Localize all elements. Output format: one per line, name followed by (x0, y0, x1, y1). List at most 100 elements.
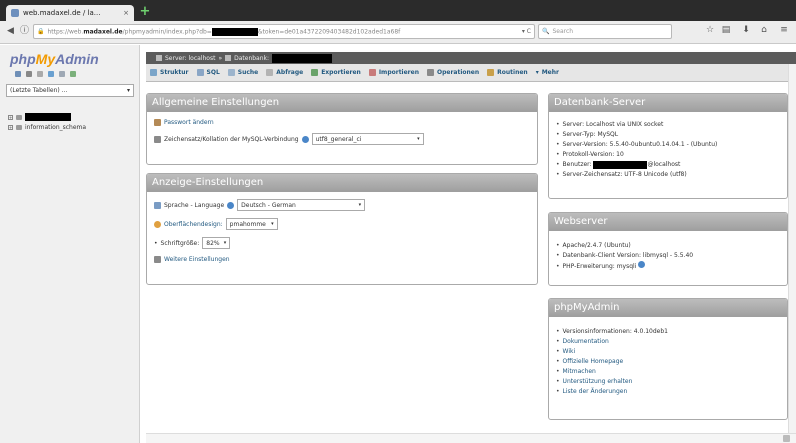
more-settings-row: Weitere Einstellungen (154, 256, 530, 263)
console-icon[interactable] (783, 435, 790, 442)
language-row: Sprache - Language Deutsch - German ▾ (154, 199, 530, 211)
general-settings-panel: Allgemeine Einstellungen Passwort ändern… (146, 93, 538, 165)
search-icon: 🔍 (542, 28, 550, 35)
server-icon (156, 55, 162, 61)
tab-struktur[interactable]: Struktur (150, 69, 189, 76)
expand-icon[interactable]: + (8, 114, 13, 120)
query-icon (266, 69, 274, 76)
browser-tab[interactable]: web.madaxel.de / la... × (6, 5, 134, 21)
more-settings-link[interactable]: Weitere Einstellungen (164, 256, 230, 263)
structure-icon (150, 69, 157, 76)
chevron-down-icon: ▾ (126, 87, 130, 94)
documentation-link[interactable]: Dokumentation (563, 338, 609, 345)
bookmark-star-icon[interactable]: ☆ (704, 25, 716, 35)
chevron-down-icon: ▾ (271, 221, 274, 227)
docs-icon[interactable] (48, 71, 54, 77)
list-item: Server: Localhost via UNIX socket (556, 120, 780, 130)
back-icon[interactable]: ◀ (4, 25, 17, 38)
console-bar (146, 433, 796, 443)
list-item: Server-Zeichensatz: UTF-8 Unicode (utf8) (556, 170, 780, 180)
query-window-icon[interactable] (37, 71, 43, 77)
browser-titlebar: web.madaxel.de / la... × + (0, 0, 796, 21)
menu-icon[interactable]: ≡ (778, 25, 790, 35)
page-scrollbar[interactable] (788, 64, 796, 434)
recent-tables-select[interactable]: (Letzte Tabellen) ... ▾ (6, 84, 134, 97)
tab-exportieren[interactable]: Exportieren (311, 69, 361, 76)
pma-logo[interactable]: phpMyAdmin (10, 51, 99, 67)
user-label: Benutzer: (562, 161, 594, 168)
tree-item-information-schema[interactable]: + information_schema (8, 122, 138, 132)
tab-label: Suche (237, 69, 259, 76)
tab-operationen[interactable]: Operationen (426, 69, 480, 76)
changelog-link[interactable]: Liste der Änderungen (563, 388, 628, 395)
panel-title: Anzeige-Einstellungen (147, 174, 537, 192)
tree-item-redacted-db[interactable]: + (8, 112, 138, 122)
tab-label: Operationen (436, 69, 480, 76)
collation-icon (154, 135, 161, 143)
theme-link[interactable]: Oberflächendesign: (164, 221, 223, 228)
url-text: https://web.madaxel.de/phpmyadmin/index.… (47, 27, 401, 36)
new-tab-button[interactable]: + (138, 5, 152, 19)
redacted-block (25, 113, 71, 121)
home-icon[interactable]: ⌂ (758, 25, 770, 35)
list-item: Wiki (556, 347, 780, 357)
reading-list-icon[interactable]: ▤ (720, 25, 732, 35)
breadcrumb-server[interactable]: Server: localhost (165, 55, 215, 62)
breadcrumb: Server: localhost » Datenbank: (146, 52, 796, 64)
tab-sql[interactable]: SQL (196, 69, 220, 76)
sql-icon (196, 69, 204, 76)
tab-abfrage[interactable]: Abfrage (266, 69, 303, 76)
expand-icon[interactable]: + (8, 124, 13, 130)
fontsize-select[interactable]: 82% ▾ (202, 237, 231, 249)
tab-close-icon[interactable]: × (123, 9, 129, 17)
theme-select[interactable]: pmahomme ▾ (225, 218, 278, 230)
webserver-panel: Webserver Apache/2.4.7 (Ubuntu) Datenban… (548, 212, 788, 286)
logout-icon[interactable] (26, 71, 32, 77)
contribute-link[interactable]: Mitmachen (563, 368, 596, 375)
wiki-link[interactable]: Wiki (563, 348, 576, 355)
tab-routinen[interactable]: Routinen (487, 69, 528, 76)
list-item: Dokumentation (556, 337, 780, 347)
url-bar[interactable]: 🔒 https://web.madaxel.de/phpmyadmin/inde… (33, 24, 535, 39)
database-icon (225, 55, 232, 61)
home-icon[interactable] (15, 71, 21, 77)
collation-label: Zeichensatz/Kollation der MySQL-Verbindu… (164, 135, 299, 143)
language-select[interactable]: Deutsch - German ▾ (237, 199, 366, 211)
help-icon[interactable] (638, 261, 646, 268)
url-dropdown[interactable]: ▾ C (522, 28, 531, 35)
collation-select[interactable]: utf8_general_ci ▾ (311, 133, 424, 145)
top-menu: Struktur SQL Suche Abfrage Exportieren I… (146, 64, 796, 82)
download-icon[interactable]: ⬇ (740, 25, 752, 35)
breadcrumb-database[interactable]: Datenbank: (234, 55, 269, 62)
change-password-link[interactable]: Passwort ändern (164, 119, 214, 126)
search-input[interactable]: 🔍 Search (538, 24, 672, 39)
list-item-user: Benutzer: @localhost (556, 160, 780, 170)
browser-navbar: ◀ ⓘ 🔒 https://web.madaxel.de/phpmyadmin/… (0, 21, 796, 44)
info-icon[interactable]: ⓘ (18, 25, 31, 38)
settings-icon[interactable] (59, 71, 65, 77)
redacted-block (272, 53, 333, 63)
sidebar-icons (15, 71, 76, 77)
lock-icon: 🔒 (37, 28, 45, 35)
support-link[interactable]: Unterstützung erhalten (563, 378, 633, 385)
pma-info-panel: phpMyAdmin Versionsinformationen: 4.0.10… (548, 298, 788, 420)
key-icon (154, 119, 161, 126)
reload-icon[interactable] (70, 71, 76, 77)
theme-icon (154, 220, 161, 228)
help-icon[interactable] (227, 201, 235, 209)
tab-label: Abfrage (276, 69, 304, 76)
tab-label: Importieren (378, 69, 419, 76)
tab-importieren[interactable]: Importieren (368, 69, 419, 76)
tab-mehr[interactable]: ▾ Mehr (536, 69, 559, 76)
help-icon[interactable] (301, 135, 309, 143)
webserver-list: Apache/2.4.7 (Ubuntu) Datenbank-Client V… (556, 241, 780, 272)
list-item: PHP-Erweiterung: mysqli (556, 261, 780, 272)
pma-info-list: Versionsinformationen: 4.0.10deb1 Dokume… (556, 327, 780, 397)
import-icon (368, 69, 376, 76)
tab-label: Routinen (497, 69, 528, 76)
collation-value: utf8_general_ci (315, 135, 362, 143)
tab-suche[interactable]: Suche (227, 69, 259, 76)
homepage-link[interactable]: Offizielle Homepage (563, 358, 624, 365)
fontsize-label: Schriftgröße: (160, 239, 200, 247)
search-placeholder: Search (552, 28, 574, 35)
